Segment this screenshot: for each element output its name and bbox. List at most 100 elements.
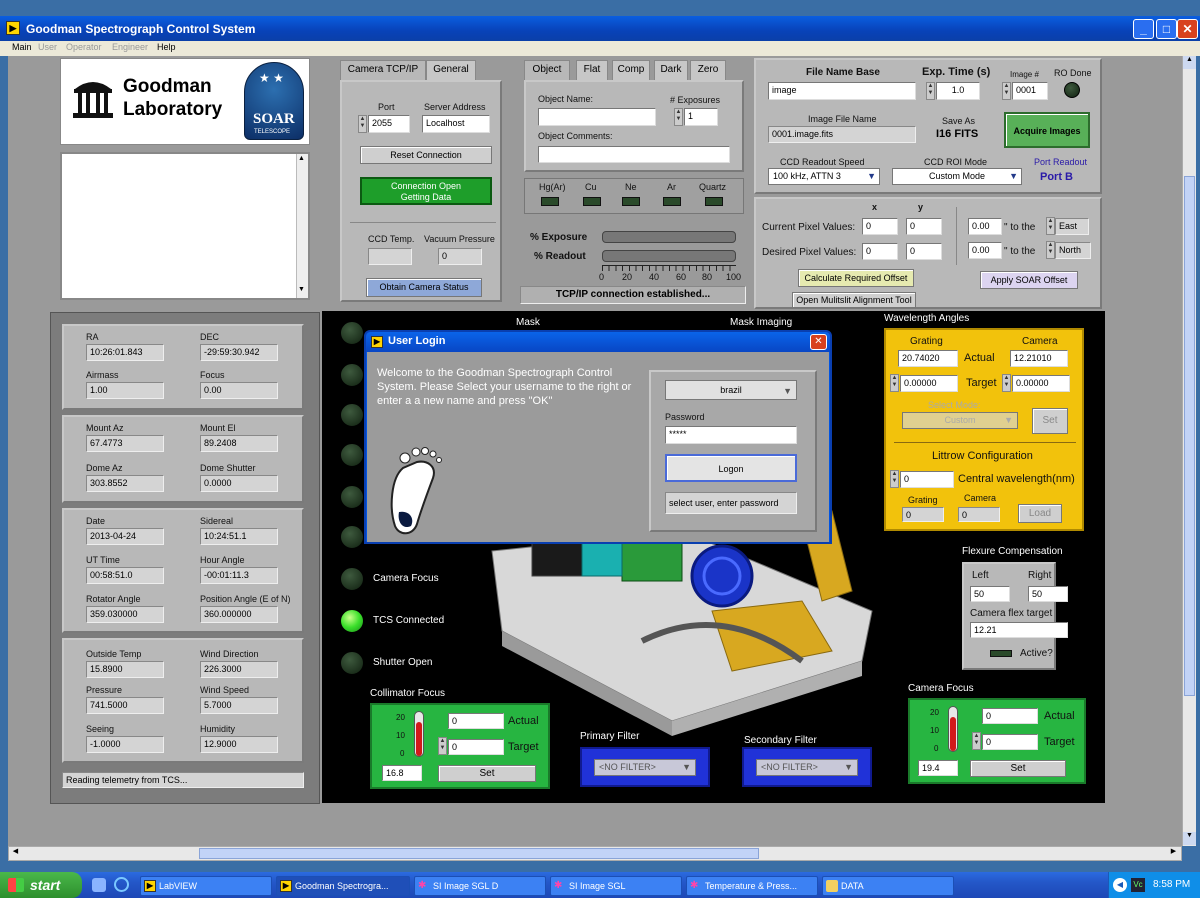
lamp-led-quartz[interactable]	[705, 197, 723, 206]
scroll-left-icon[interactable]: ◀	[9, 847, 22, 860]
file-name-base-input[interactable]: image	[768, 82, 916, 100]
central-wavelength-input[interactable]: 0	[900, 471, 954, 488]
browser-icon[interactable]	[114, 877, 129, 892]
task-si-image[interactable]: ✱ SI Image SGL	[550, 876, 682, 896]
tab-zero[interactable]: Zero	[690, 60, 726, 80]
message-scrollbar[interactable]: ▲ ▼	[296, 154, 308, 298]
grating-target-input[interactable]: 0.00000	[900, 375, 958, 392]
exp-time-spinner[interactable]: ▲ ▼	[926, 82, 935, 100]
select-mode-select[interactable]: Custom ▼	[902, 412, 1018, 429]
tab-dark[interactable]: Dark	[654, 60, 688, 80]
chevron-down-icon: ▼	[1004, 415, 1013, 425]
camera-target-input[interactable]: 0.00000	[1012, 375, 1070, 392]
flex-target-input[interactable]: 12.21	[970, 622, 1068, 638]
menu-engineer[interactable]: Engineer	[112, 42, 148, 52]
tray-arrow-icon[interactable]: ◀	[1113, 878, 1127, 892]
apply-soar-offset-button[interactable]: Apply SOAR Offset	[980, 271, 1078, 289]
port-input[interactable]: 2055	[368, 115, 410, 133]
window-titlebar[interactable]: ▶ Goodman Spectrograph Control System _ …	[0, 16, 1200, 41]
scroll-down-icon[interactable]: ▼	[1183, 832, 1196, 845]
lamp-led-ar[interactable]	[663, 197, 681, 206]
camera-focus-target-spinner[interactable]: ▲ ▼	[972, 732, 981, 750]
horizontal-scrollbar[interactable]: ◀ ▶	[8, 846, 1182, 861]
north-spinner[interactable]: ▲ ▼	[1046, 241, 1055, 259]
collimator-set-button[interactable]: Set	[438, 765, 536, 782]
menu-user[interactable]: User	[38, 42, 57, 52]
scroll-right-icon[interactable]: ▶	[1167, 847, 1180, 860]
east-offset-input[interactable]: 0.00	[968, 218, 1002, 235]
lamp-led-ne[interactable]	[622, 197, 640, 206]
central-wavelength-spinner[interactable]: ▲ ▼	[890, 470, 899, 488]
vertical-scrollbar[interactable]: ▲ ▼	[1182, 56, 1196, 846]
acquire-images-button[interactable]: Acquire Images	[1004, 112, 1090, 148]
exposures-spinner[interactable]: ▲ ▼	[674, 108, 683, 126]
desired-x-input[interactable]: 0	[862, 243, 898, 260]
camera-focus-set-button[interactable]: Set	[970, 760, 1066, 777]
camera-focus-target-input[interactable]: 0	[982, 734, 1038, 750]
message-area[interactable]: ▲ ▼	[60, 152, 310, 300]
minimize-button[interactable]: _	[1133, 19, 1154, 39]
calculate-offset-button[interactable]: Calculate Required Offset	[798, 269, 914, 287]
exp-time-input[interactable]: 1.0	[936, 82, 980, 100]
exposures-input[interactable]: 1	[684, 108, 718, 126]
show-desktop-icon[interactable]	[92, 878, 106, 892]
tab-object[interactable]: Object	[524, 60, 570, 82]
task-goodman[interactable]: ▶ Goodman Spectrogra...	[276, 876, 410, 896]
start-button[interactable]: start	[0, 872, 82, 898]
task-data-folder[interactable]: DATA	[822, 876, 954, 896]
primary-filter-select[interactable]: <NO FILTER> ▼	[594, 759, 696, 776]
grating-target-spinner[interactable]: ▲ ▼	[890, 374, 899, 392]
port-spinner[interactable]: ▲ ▼	[358, 115, 367, 133]
current-x-input[interactable]: 0	[862, 218, 898, 235]
menu-operator[interactable]: Operator	[66, 42, 102, 52]
scroll-up-icon[interactable]: ▲	[298, 155, 305, 162]
lamp-led-hgar[interactable]	[541, 197, 559, 206]
roi-mode-select[interactable]: Custom Mode ▼	[892, 168, 1022, 185]
tab-general[interactable]: General	[426, 60, 476, 80]
readout-speed-select[interactable]: 100 kHz, ATTN 3 ▼	[768, 168, 880, 185]
tab-camera-tcpip[interactable]: Camera TCP/IP	[340, 60, 426, 82]
secondary-filter-select[interactable]: <NO FILTER> ▼	[756, 759, 858, 776]
scroll-down-icon[interactable]: ▼	[298, 286, 305, 293]
task-si-image-d[interactable]: ✱ SI Image SGL D	[414, 876, 546, 896]
obtain-camera-status-button[interactable]: Obtain Camera Status	[366, 278, 482, 297]
close-button[interactable]: ✕	[1177, 19, 1198, 39]
task-temperature[interactable]: ✱ Temperature & Press...	[686, 876, 818, 896]
tab-flat[interactable]: Flat	[576, 60, 608, 80]
server-address-input[interactable]: Localhost	[422, 115, 490, 133]
dialog-close-button[interactable]: ✕	[810, 334, 827, 350]
logon-button[interactable]: Logon	[665, 454, 797, 482]
flexure-active-led[interactable]	[990, 650, 1012, 657]
east-spinner[interactable]: ▲ ▼	[1046, 217, 1055, 235]
littrow-load-button[interactable]: Load	[1018, 504, 1062, 523]
collimator-target-spinner[interactable]: ▲ ▼	[438, 737, 447, 755]
menu-main[interactable]: Main	[12, 42, 32, 52]
reset-connection-button[interactable]: Reset Connection	[360, 146, 492, 164]
image-num-input[interactable]: 0001	[1012, 82, 1048, 100]
collimator-target-input[interactable]: 0	[448, 739, 504, 755]
object-name-input[interactable]	[538, 108, 656, 126]
password-input[interactable]: *****	[665, 426, 797, 444]
maximize-button[interactable]: □	[1156, 19, 1177, 39]
scroll-thumb-h[interactable]	[199, 848, 759, 859]
tab-comp[interactable]: Comp	[612, 60, 650, 80]
username-select[interactable]: brazil ▼	[665, 380, 797, 400]
scroll-up-icon[interactable]: ▲	[1183, 56, 1196, 69]
lamp-led-cu[interactable]	[583, 197, 601, 206]
wavelength-set-button[interactable]: Set	[1032, 408, 1068, 434]
menu-help[interactable]: Help	[157, 42, 176, 52]
desired-y-input[interactable]: 0	[906, 243, 942, 260]
dialog-titlebar[interactable]: ▶ User Login ✕	[366, 332, 830, 352]
image-num-spinner[interactable]: ▲ ▼	[1002, 82, 1011, 100]
scroll-thumb[interactable]	[1184, 176, 1195, 696]
flexure-right-input[interactable]: 50	[1028, 586, 1068, 602]
flexure-left-input[interactable]: 50	[970, 586, 1010, 602]
ra-value: 10:26:01.843	[86, 344, 164, 361]
tray-app-icon[interactable]: Vc	[1131, 878, 1145, 892]
north-offset-input[interactable]: 0.00	[968, 242, 1002, 259]
current-y-input[interactable]: 0	[906, 218, 942, 235]
multislit-alignment-button[interactable]: Open Mulitslit Alignment Tool	[792, 292, 916, 308]
object-comments-input[interactable]	[538, 146, 730, 163]
task-labview[interactable]: ▶ LabVIEW	[140, 876, 272, 896]
camera-target-spinner[interactable]: ▲ ▼	[1002, 374, 1011, 392]
